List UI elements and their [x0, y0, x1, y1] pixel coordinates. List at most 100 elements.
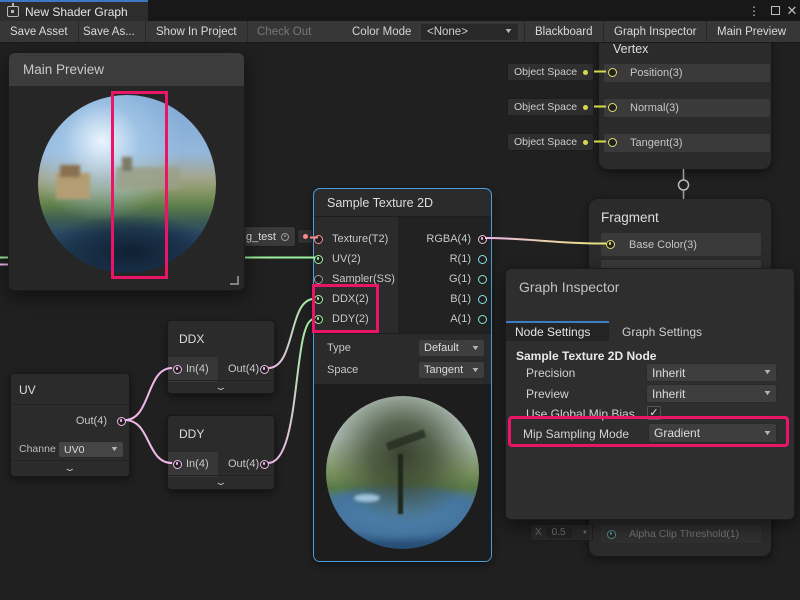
preview-dropdown[interactable]: Inherit▼: [646, 384, 777, 403]
property-label: g_test: [246, 231, 276, 243]
chevron-down-icon: ⌄: [214, 478, 228, 487]
port-ddy-in[interactable]: [173, 460, 182, 469]
resize-handle[interactable]: [230, 276, 239, 285]
object-space-token[interactable]: Object Space: [507, 63, 594, 81]
chevron-down-icon: ▼: [582, 530, 588, 536]
type-dropdown[interactable]: Default▼: [418, 339, 485, 357]
port-object-space-out[interactable]: [583, 70, 588, 75]
uv-channel-dropdown[interactable]: UV0▼: [58, 441, 124, 458]
port-a1[interactable]: [478, 315, 487, 324]
document-tab[interactable]: New Shader Graph: [0, 0, 148, 21]
node-ddx[interactable]: DDX In(4) Out(4) ⌄: [167, 320, 275, 394]
main-preview-header[interactable]: Main Preview: [9, 53, 244, 86]
mip-bias-checkbox[interactable]: ✓: [647, 406, 661, 420]
sample-texture-title: Sample Texture 2D: [327, 196, 433, 210]
port-ddy-out[interactable]: [260, 460, 269, 469]
port-gtest-out[interactable]: [303, 234, 308, 239]
port-ddy2[interactable]: [314, 315, 323, 324]
fragment-node-title: Fragment: [601, 210, 659, 225]
check-icon: ✓: [649, 407, 658, 419]
vertex-port-row: Tangent(3): [604, 134, 770, 152]
port-position[interactable]: [608, 68, 617, 77]
object-space-token[interactable]: Object Space: [507, 98, 594, 116]
port-base-color[interactable]: [606, 240, 615, 249]
value-field[interactable]: 0.5: [546, 527, 572, 538]
node-uv[interactable]: UV Out(4) Channe UV0▼ ⌄: [10, 373, 130, 477]
edge-uvout-to-ddx-in[interactable]: [125, 368, 172, 420]
mip-mode-dropdown[interactable]: Gradient ▼: [648, 423, 777, 443]
type-label: Type: [327, 342, 351, 354]
port-uv2[interactable]: [314, 255, 323, 264]
uv-node-title: UV: [19, 383, 36, 397]
show-in-project-button[interactable]: Show In Project: [146, 21, 248, 42]
graph-inspector-toggle-button[interactable]: Graph Inspector: [604, 21, 706, 42]
port-label: Texture(T2): [332, 233, 388, 245]
space-dropdown[interactable]: Tangent▼: [418, 361, 485, 379]
chevron-down-icon: ⌄: [63, 464, 77, 473]
blackboard-toggle-button[interactable]: Blackboard: [525, 21, 603, 42]
port-label: A(1): [450, 313, 471, 325]
color-mode-dropdown[interactable]: <None>▼: [421, 24, 518, 40]
title-bar: New Shader Graph ⋮ ✕: [0, 0, 800, 21]
precision-dropdown[interactable]: Inherit▼: [646, 363, 777, 382]
property-node-g-test[interactable]: g_test: [238, 226, 296, 247]
chevron-down-icon: ▼: [763, 390, 773, 397]
port-label: Base Color(3): [629, 239, 697, 251]
port-label: In(4): [186, 458, 209, 470]
close-icon[interactable]: ✕: [784, 0, 800, 21]
uv-collapse-row[interactable]: ⌄: [11, 460, 129, 476]
port-texture-t2[interactable]: [314, 235, 323, 244]
dropdown-value: Tangent: [424, 364, 463, 376]
main-preview-toggle-button[interactable]: Main Preview: [707, 21, 796, 42]
port-label: Out(4): [76, 415, 107, 427]
shader-graph-asset-icon: [7, 6, 19, 17]
preview-label: Preview: [526, 387, 569, 401]
port-object-space-out[interactable]: [583, 105, 588, 110]
port-ddx2[interactable]: [314, 295, 323, 304]
port-label: Out(4): [228, 458, 259, 470]
port-label: R(1): [450, 253, 471, 265]
port-r1[interactable]: [478, 255, 487, 264]
vertex-port-row: Normal(3): [604, 99, 770, 117]
node-ddy[interactable]: DDY In(4) Out(4) ⌄: [167, 415, 275, 490]
edge-uvout-to-ddy-in[interactable]: [125, 420, 172, 463]
tab-graph-settings[interactable]: Graph Settings: [609, 323, 721, 341]
fragment-basecolor-row: Base Color(3): [601, 233, 761, 256]
port-g1[interactable]: [478, 275, 487, 284]
ddx-collapse-row[interactable]: ⌄: [168, 380, 274, 393]
port-tangent[interactable]: [608, 138, 617, 147]
save-as-button[interactable]: Save As...: [73, 21, 146, 42]
panel-main-preview: Main Preview: [8, 52, 245, 291]
ddy-collapse-row[interactable]: ⌄: [168, 475, 274, 489]
chevron-down-icon: ▼: [763, 369, 773, 376]
port-normal[interactable]: [608, 103, 617, 112]
alpha-clip-value-field[interactable]: X 0.5 ▼: [530, 524, 593, 541]
port-sampler-ss[interactable]: [314, 275, 323, 284]
object-space-label: Object Space: [514, 101, 577, 113]
chevron-down-icon: ▼: [763, 430, 773, 437]
dropdown-value: Gradient: [654, 426, 700, 440]
port-uv-out[interactable]: [117, 417, 126, 426]
save-asset-button[interactable]: Save Asset: [0, 21, 79, 42]
maximize-icon[interactable]: [766, 0, 784, 21]
sample-texture-preview-sphere: [326, 396, 479, 549]
port-alpha-clip-threshold[interactable]: [607, 530, 616, 539]
object-space-label: Object Space: [514, 136, 577, 148]
chevron-down-icon: ▼: [504, 28, 514, 35]
space-label: Space: [327, 364, 358, 376]
port-ddx-in[interactable]: [173, 365, 182, 374]
object-space-token[interactable]: Object Space: [507, 133, 594, 151]
port-ddx-out[interactable]: [260, 365, 269, 374]
node-sample-texture-2d[interactable]: Sample Texture 2D Texture(T2) UV(2) Samp…: [313, 188, 492, 562]
port-object-space-out[interactable]: [583, 140, 588, 145]
port-label: RGBA(4): [426, 233, 471, 245]
vertex-node-title: Vertex: [613, 42, 648, 56]
port-b1[interactable]: [478, 295, 487, 304]
port-label: Tangent(3): [630, 137, 683, 149]
tab-node-settings[interactable]: Node Settings: [506, 323, 609, 341]
graph-inspector-header[interactable]: Graph Inspector: [506, 269, 794, 321]
sample-texture-title-bar[interactable]: Sample Texture 2D: [314, 189, 491, 217]
vertex-fragment-connector[interactable]: [679, 180, 689, 190]
check-out-button[interactable]: Check Out: [247, 21, 321, 42]
kebab-menu-icon[interactable]: ⋮: [746, 0, 762, 21]
